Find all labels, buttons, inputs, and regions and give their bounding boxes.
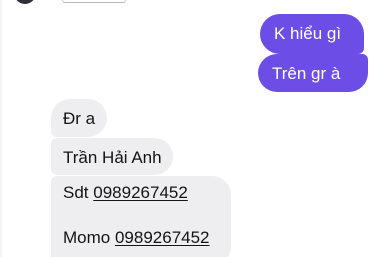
momo-number-link[interactable]: 0989267452 <box>115 228 210 247</box>
phone-line: Sdt 0989267452 <box>63 183 219 203</box>
received-message-contact[interactable]: Sdt 0989267452 Momo 0989267452 <box>51 176 231 257</box>
received-message[interactable]: Đr a <box>51 99 107 137</box>
message-text: Đr a <box>63 109 96 128</box>
momo-label: Momo <box>63 228 111 247</box>
message-text: Trên gr à <box>272 64 341 83</box>
sent-message[interactable]: Trên gr à <box>258 54 368 92</box>
screen-edge <box>0 0 2 257</box>
previous-message-bubble[interactable] <box>62 0 126 3</box>
chat-screen: ♡ K hiểu gì Trên gr à Đr a Trần Hải Anh … <box>0 0 374 257</box>
phone-number-link[interactable]: 0989267452 <box>93 183 188 202</box>
phone-label: Sdt <box>63 183 89 202</box>
momo-line: Momo 0989267452 <box>63 228 219 248</box>
message-text: Trần Hải Anh <box>63 148 162 167</box>
avatar[interactable] <box>14 0 36 4</box>
message-text: K hiểu gì <box>274 24 342 43</box>
line-spacer <box>63 203 219 228</box>
received-message[interactable]: Trần Hải Anh <box>51 138 173 175</box>
sent-message[interactable]: K hiểu gì <box>260 14 364 54</box>
previous-message-row: ♡ <box>0 0 374 4</box>
